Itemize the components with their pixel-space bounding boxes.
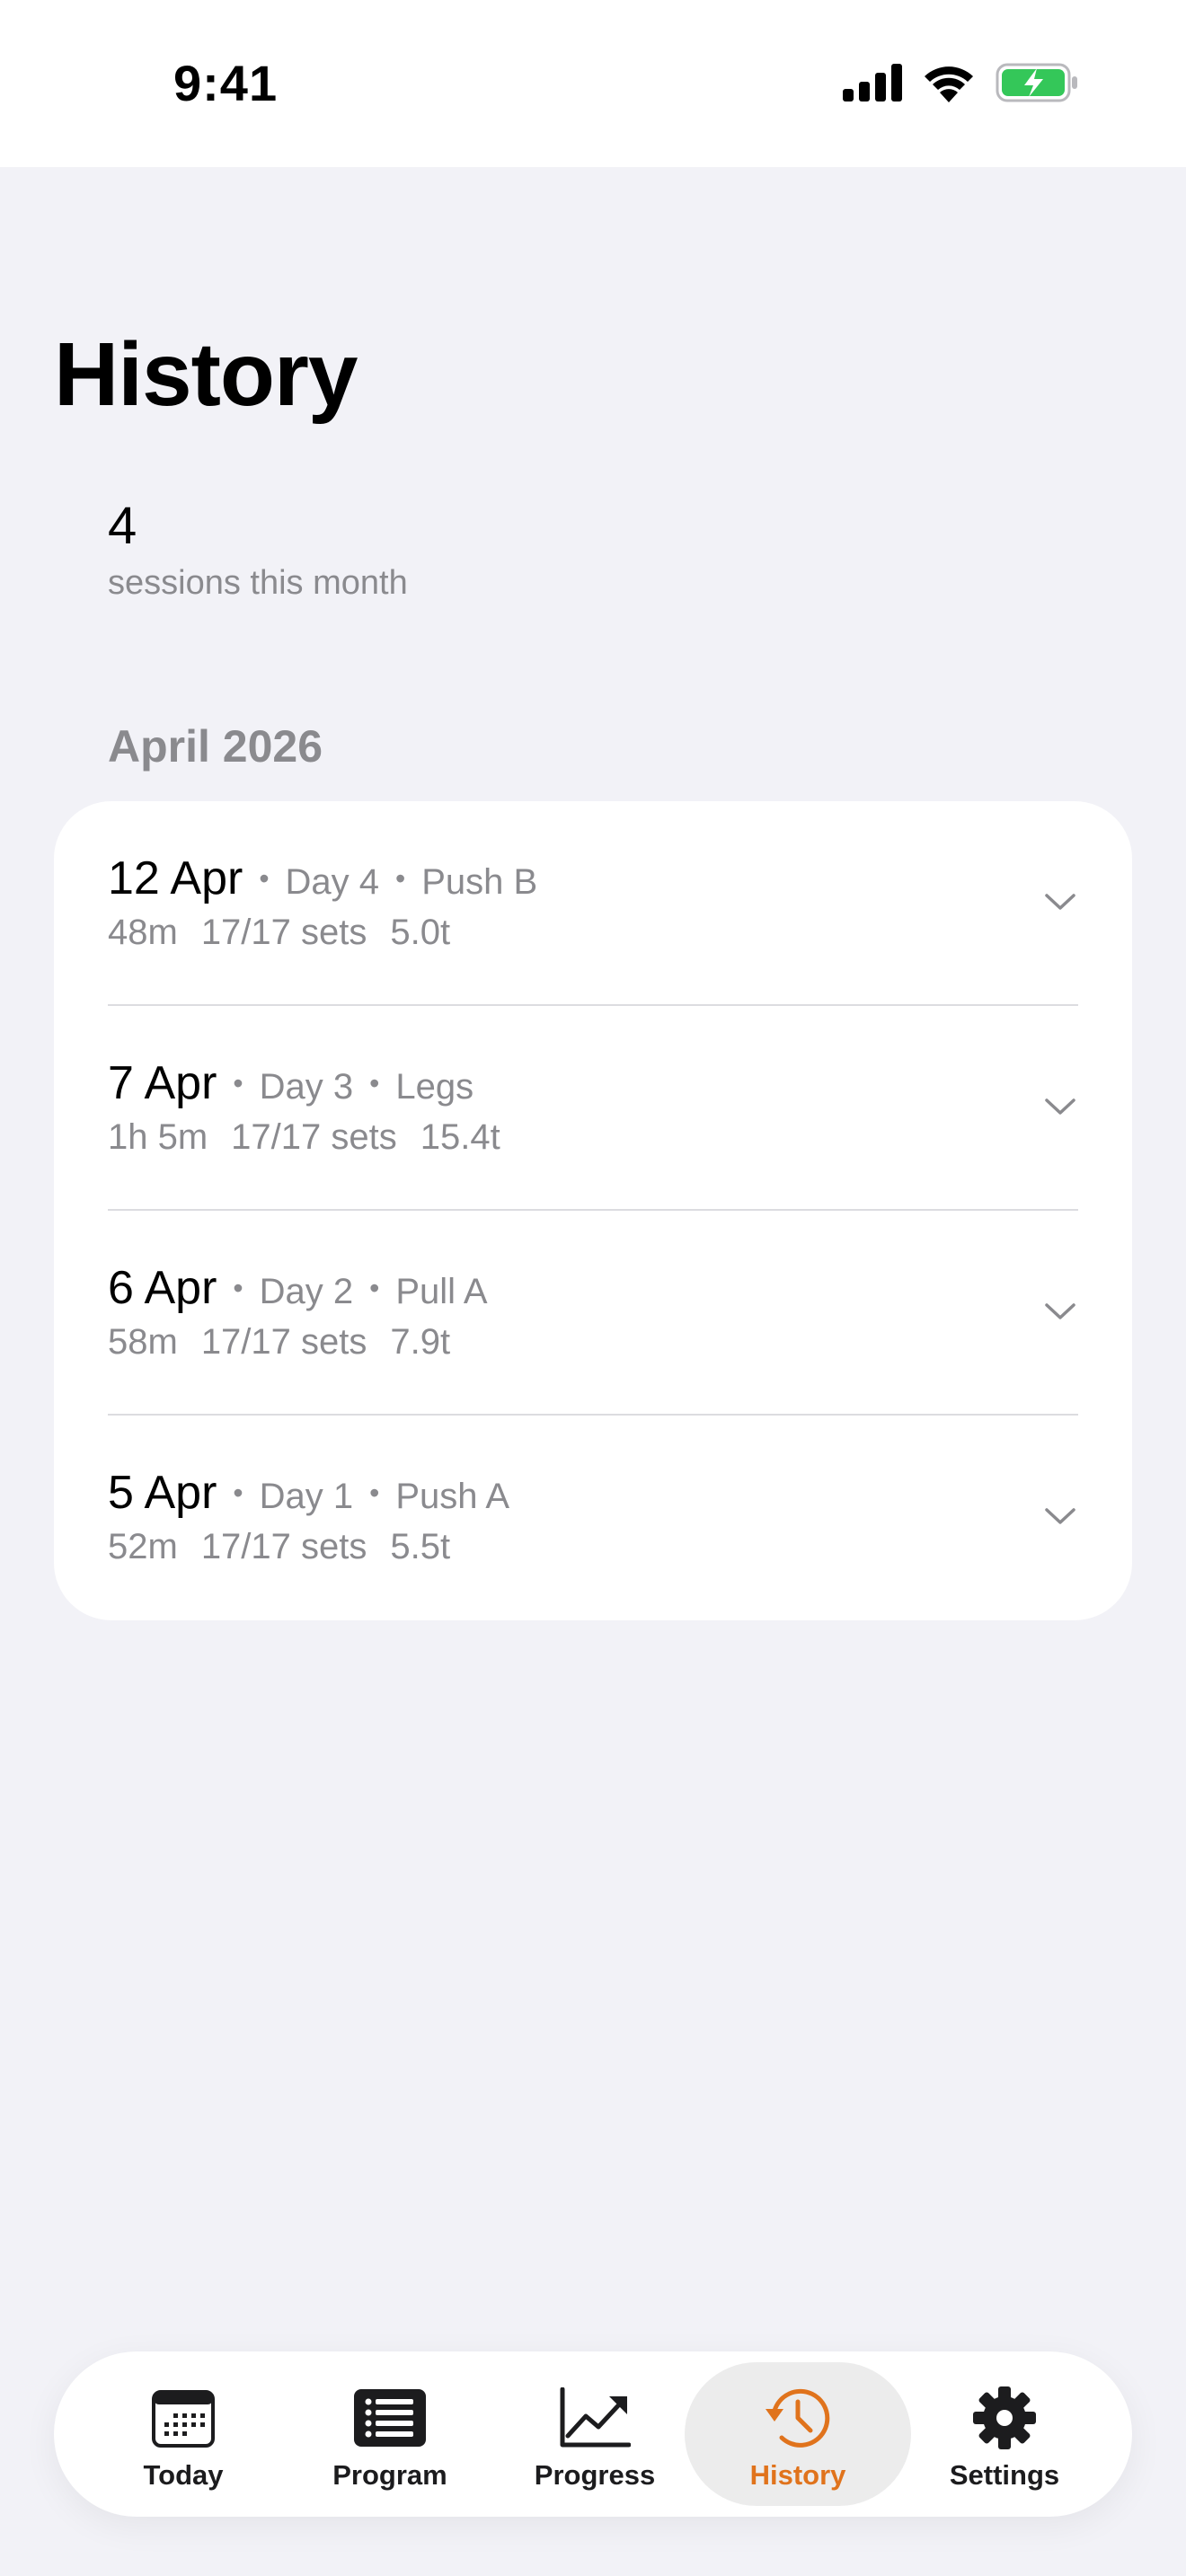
- session-stats: 58m 17/17 sets 7.9t: [108, 1322, 450, 1363]
- separator-dot: •: [233, 1067, 243, 1099]
- session-row[interactable]: 6 Apr • Day 2 • Pull A 58m 17/17 sets 7.…: [54, 1211, 1132, 1416]
- wifi-icon: [925, 66, 973, 102]
- sessions-count: 4: [108, 497, 137, 555]
- month-section-header: April 2026: [108, 721, 323, 772]
- tab-history[interactable]: History: [685, 2362, 911, 2506]
- session-volume: 5.0t: [390, 913, 451, 952]
- session-stats: 52m 17/17 sets 5.5t: [108, 1527, 450, 1567]
- tab-bar: Today Program Progress History Settings: [54, 2351, 1132, 2517]
- calendar-icon: [152, 2386, 215, 2450]
- session-row[interactable]: 12 Apr • Day 4 • Push B 48m 17/17 sets 5…: [54, 801, 1132, 1006]
- session-row[interactable]: 5 Apr • Day 1 • Push A 52m 17/17 sets 5.…: [54, 1416, 1132, 1620]
- tab-progress[interactable]: Progress: [482, 2362, 708, 2506]
- sessions-list: 12 Apr • Day 4 • Push B 48m 17/17 sets 5…: [54, 801, 1132, 1620]
- session-date: 12 Apr: [108, 852, 243, 904]
- session-workout: Legs: [395, 1067, 474, 1107]
- session-date: 6 Apr: [108, 1262, 217, 1314]
- session-day: Day 1: [259, 1477, 354, 1516]
- chevron-down-icon[interactable]: [1042, 884, 1078, 920]
- gear-icon: [972, 2386, 1037, 2450]
- session-sets: 17/17 sets: [231, 1117, 397, 1157]
- session-stats: 48m 17/17 sets 5.0t: [108, 913, 450, 953]
- session-title: 6 Apr • Day 2 • Pull A: [108, 1261, 488, 1315]
- session-title: 12 Apr • Day 4 • Push B: [108, 851, 537, 905]
- session-title: 5 Apr • Day 1 • Push A: [108, 1466, 509, 1520]
- tab-program[interactable]: Program: [277, 2362, 503, 2506]
- session-day: Day 3: [259, 1067, 354, 1107]
- session-duration: 58m: [108, 1322, 178, 1362]
- tab-label: History: [749, 2459, 846, 2491]
- list-icon: [354, 2386, 426, 2450]
- session-day: Day 2: [259, 1272, 354, 1311]
- tab-label: Program: [332, 2459, 447, 2491]
- sessions-count-label: sessions this month: [108, 564, 408, 602]
- session-row[interactable]: 7 Apr • Day 3 • Legs 1h 5m 17/17 sets 15…: [54, 1006, 1132, 1211]
- battery-charging-icon: [996, 63, 1077, 102]
- status-icons: [843, 63, 1078, 102]
- session-stats: 1h 5m 17/17 sets 15.4t: [108, 1117, 500, 1158]
- separator-dot: •: [369, 1477, 380, 1509]
- chart-line-icon: [559, 2386, 631, 2450]
- session-date: 7 Apr: [108, 1057, 217, 1109]
- session-day: Day 4: [285, 862, 380, 902]
- session-sets: 17/17 sets: [200, 1322, 367, 1362]
- page-title: History: [54, 324, 358, 425]
- session-title: 7 Apr • Day 3 • Legs: [108, 1056, 474, 1110]
- session-duration: 52m: [108, 1527, 178, 1566]
- session-duration: 48m: [108, 913, 178, 952]
- session-volume: 7.9t: [390, 1322, 451, 1362]
- separator-dot: •: [233, 1477, 243, 1509]
- tab-label: Settings: [949, 2459, 1060, 2491]
- separator-dot: •: [369, 1067, 380, 1099]
- tab-label: Today: [143, 2459, 224, 2491]
- separator-dot: •: [259, 862, 270, 895]
- session-volume: 5.5t: [390, 1527, 451, 1566]
- session-volume: 15.4t: [420, 1117, 500, 1157]
- session-sets: 17/17 sets: [200, 1527, 367, 1566]
- session-sets: 17/17 sets: [200, 913, 367, 952]
- tab-settings[interactable]: Settings: [891, 2362, 1118, 2506]
- separator-dot: •: [395, 862, 406, 895]
- session-date: 5 Apr: [108, 1467, 217, 1519]
- separator-dot: •: [369, 1272, 380, 1304]
- status-time: 9:41: [173, 55, 279, 111]
- separator-dot: •: [233, 1272, 243, 1304]
- tab-label: Progress: [534, 2459, 656, 2491]
- session-workout: Pull A: [395, 1272, 488, 1311]
- tab-today[interactable]: Today: [70, 2362, 296, 2506]
- session-duration: 1h 5m: [108, 1117, 208, 1157]
- chevron-down-icon[interactable]: [1042, 1293, 1078, 1329]
- chevron-down-icon[interactable]: [1042, 1498, 1078, 1534]
- session-workout: Push A: [395, 1477, 510, 1516]
- history-clock-icon: [762, 2386, 834, 2450]
- cellular-signal-icon: [843, 64, 902, 101]
- status-bar: 9:41: [0, 0, 1186, 167]
- session-workout: Push B: [421, 862, 538, 902]
- chevron-down-icon[interactable]: [1042, 1089, 1078, 1125]
